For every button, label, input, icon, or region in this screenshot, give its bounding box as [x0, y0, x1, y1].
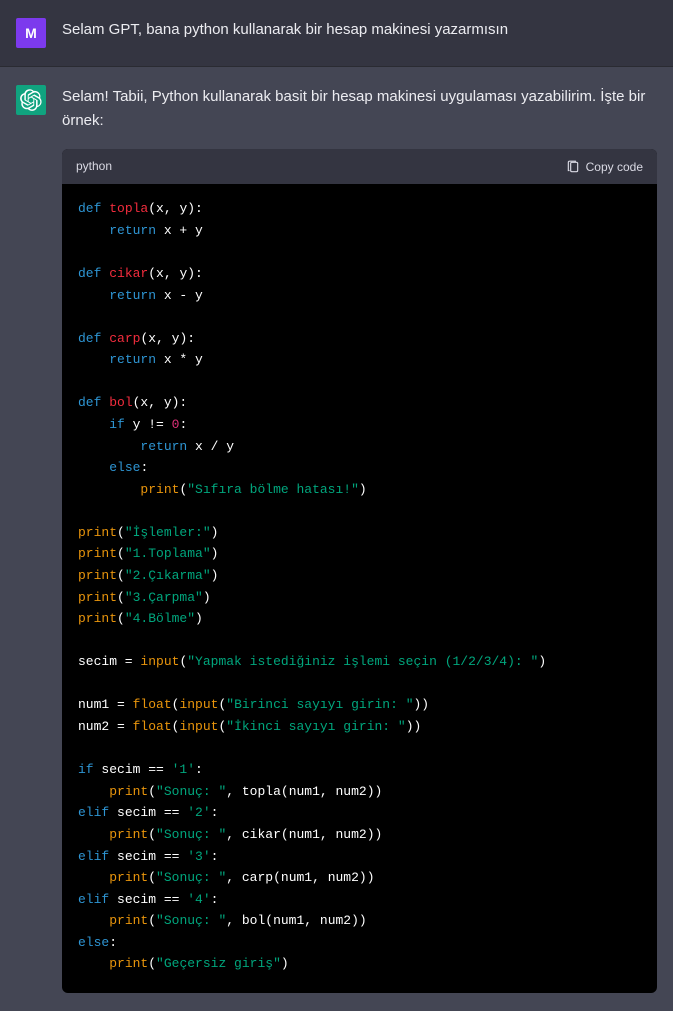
user-avatar: M	[16, 18, 46, 48]
user-message-text: Selam GPT, bana python kullanarak bir he…	[62, 18, 657, 48]
openai-logo-icon	[20, 89, 42, 111]
copy-code-label: Copy code	[586, 160, 643, 174]
clipboard-icon	[566, 160, 580, 174]
code-language-label: python	[76, 157, 112, 176]
copy-code-button[interactable]: Copy code	[566, 160, 643, 174]
assistant-message-content: Selam! Tabii, Python kullanarak basit bi…	[62, 85, 657, 993]
user-message-row: M Selam GPT, bana python kullanarak bir …	[0, 0, 673, 67]
assistant-intro-text: Selam! Tabii, Python kullanarak basit bi…	[62, 85, 657, 133]
code-content[interactable]: def topla(x, y): return x + y def cikar(…	[62, 184, 657, 993]
code-block: python Copy code def topla(x, y): return…	[62, 149, 657, 993]
assistant-message-row: Selam! Tabii, Python kullanarak basit bi…	[0, 67, 673, 1011]
assistant-avatar	[16, 85, 46, 115]
code-block-header: python Copy code	[62, 149, 657, 184]
